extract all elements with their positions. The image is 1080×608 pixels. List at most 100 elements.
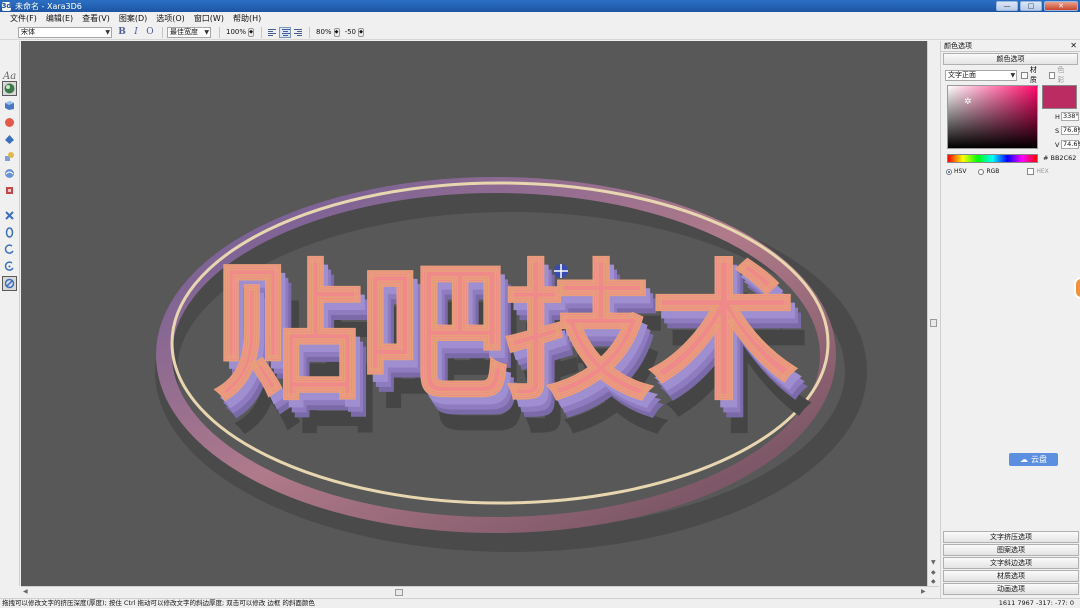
floating-assistant-icon[interactable] [1074, 277, 1080, 299]
color-target-select[interactable]: 文字正面 ▼ [945, 69, 1018, 81]
maximize-button[interactable]: □ [1020, 1, 1042, 11]
text-face[interactable]: 贴吧技术 [213, 246, 800, 422]
align-right-button[interactable] [292, 27, 304, 38]
letter-spacing-value: -50 [344, 28, 357, 36]
color-tool-icon[interactable] [2, 115, 17, 130]
menu-view[interactable]: 查看(V) [82, 13, 110, 24]
xara3d-window: 3d 未命名 - Xara3D6 — □ ✕ 文件(F) 编辑(E) 查看(V)… [0, 0, 1080, 608]
italic-button[interactable]: I [130, 27, 142, 38]
minimize-button[interactable]: — [996, 1, 1018, 11]
texture-options-button[interactable]: 材质选项 [943, 570, 1079, 582]
title-bar: 3d 未命名 - Xara3D6 — □ ✕ [0, 0, 1080, 12]
scroll-end-arrow-icon[interactable]: ◆ [931, 578, 936, 585]
3d-canvas[interactable]: 贴吧技术 贴吧技术 贴吧技术 贴吧技术 贴吧技术 [21, 41, 927, 586]
cloud-icon: ☁ [1020, 455, 1028, 464]
rotate-lock-icon[interactable] [2, 276, 17, 291]
material-checkbox[interactable] [1021, 71, 1028, 79]
width-mode-value: 最佳宽度 [170, 27, 198, 36]
outline-button[interactable]: O [144, 27, 156, 38]
text-toolbar: 宋体 ▼ B I O 最佳宽度 ▼ 100% ◆ 80% ◆ -50 ◆ [0, 25, 1080, 40]
color-label: 色彩 [1057, 66, 1065, 84]
saturation-field[interactable]: S 76.8% ◆ [1055, 126, 1080, 135]
left-toolbar: Aa [0, 41, 20, 586]
menu-options[interactable]: 选项(O) [156, 13, 185, 24]
hue-input[interactable]: 338° [1061, 112, 1079, 121]
hue-field[interactable]: H 338° ◆ [1055, 112, 1080, 121]
menu-bar: 文件(F) 编辑(E) 查看(V) 图案(D) 选项(O) 窗口(W) 帮助(H… [0, 12, 1080, 25]
vertical-scroll-thumb[interactable] [930, 319, 937, 327]
rgb-radio[interactable] [978, 168, 985, 175]
close-icon[interactable]: ✕ [1070, 41, 1077, 50]
color-target-row: 文字正面 ▼ 材质 色彩 [941, 66, 1080, 84]
size-stepper[interactable]: 100% ◆ [224, 27, 255, 38]
shapes-tool-icon[interactable] [2, 149, 17, 164]
vertical-scrollbar[interactable]: ▼ ◆ ◆ [927, 41, 939, 586]
rotate-z-icon[interactable] [2, 242, 17, 257]
chevron-down-icon: ▼ [204, 28, 209, 36]
align-center-button[interactable] [279, 26, 292, 38]
horizontal-scrollbar[interactable]: ◀ ▶ [21, 586, 939, 598]
toolbar-divider [219, 26, 220, 38]
value-field[interactable]: V 74.6% ◆ [1055, 140, 1080, 149]
cloud-label: 云盘 [1031, 455, 1047, 464]
3d-scene: 贴吧技术 贴吧技术 贴吧技术 贴吧技术 贴吧技术 [155, 177, 867, 552]
hex-value[interactable]: # BB2C62 [1043, 154, 1076, 162]
animation-options-button[interactable]: 动画选项 [943, 583, 1079, 595]
option-sections: 文字挤压选项 图案选项 文字斜边选项 材质选项 动画选项 [941, 530, 1080, 596]
hsv-radio[interactable] [946, 168, 952, 175]
cloud-drive-badge[interactable]: ☁ 云盘 [1009, 453, 1058, 466]
color-options-panel: 颜色选项 ✕ 颜色选项 文字正面 ▼ 材质 色彩 ✲ H 338° ◆ S 76… [940, 41, 1080, 598]
text-tool-icon[interactable]: Aa [3, 71, 16, 82]
scroll-up-arrow-icon[interactable]: ◆ [931, 569, 936, 576]
current-color-swatch [1042, 85, 1077, 109]
line-spacing-stepper[interactable]: 80% ◆ [314, 27, 340, 38]
status-hint: 拖拽可以修改文字的挤压深度(厚度); 按住 Ctrl 拖动可以修改文字的斜边厚度… [2, 599, 315, 607]
menu-file[interactable]: 文件(F) [10, 13, 37, 24]
color-options-section-button[interactable]: 颜色选项 [943, 53, 1078, 65]
spin-arrows-icon[interactable]: ◆ [333, 27, 340, 37]
app-icon-glyph: 3d [1, 2, 12, 10]
hsv-label: HSV [954, 168, 967, 175]
bevel-options-button[interactable]: 文字斜边选项 [943, 557, 1079, 569]
panel-title: 颜色选项 [944, 42, 972, 50]
menu-design[interactable]: 图案(D) [119, 13, 147, 24]
window-title: 未命名 - Xara3D6 [15, 1, 82, 11]
scroll-left-arrow-icon[interactable]: ◀ [23, 588, 28, 595]
bevel-tool-icon[interactable] [2, 132, 17, 147]
bold-button[interactable]: B [116, 27, 128, 38]
saturation-input[interactable]: 76.8% [1061, 126, 1080, 135]
chevron-down-icon: ▼ [105, 28, 110, 36]
letter-spacing-stepper[interactable]: -50 ◆ [343, 27, 365, 38]
align-left-button[interactable] [266, 27, 278, 38]
scroll-down-arrow-icon[interactable]: ▼ [931, 559, 936, 566]
font-value: 宋体 [21, 27, 35, 36]
window-controls: — □ ✕ [996, 1, 1078, 11]
menu-window[interactable]: 窗口(W) [194, 13, 224, 24]
color-checkbox[interactable] [1048, 71, 1056, 79]
hex-checkbox[interactable] [1027, 168, 1035, 175]
menu-help[interactable]: 帮助(H) [233, 13, 261, 24]
panel-header: 颜色选项 ✕ [941, 41, 1080, 52]
font-select[interactable]: 宋体 ▼ [18, 26, 112, 38]
rotate-free-icon[interactable] [2, 259, 17, 274]
extrude-tool-icon[interactable] [2, 98, 17, 113]
extrude-options-button[interactable]: 文字挤压选项 [943, 531, 1079, 543]
hue-slider[interactable] [947, 154, 1038, 163]
scroll-right-arrow-icon[interactable]: ▶ [921, 588, 926, 595]
material-label: 材质 [1029, 66, 1037, 84]
animation-tool-icon[interactable] [2, 183, 17, 198]
saturation-value-picker[interactable]: ✲ [947, 85, 1038, 149]
lighting-tool-icon[interactable] [2, 81, 17, 96]
picker-crosshair-icon[interactable]: ✲ [964, 97, 972, 107]
width-mode-select[interactable]: 最佳宽度 ▼ [167, 26, 211, 38]
spin-arrows-icon[interactable]: ◆ [248, 27, 255, 37]
design-options-button[interactable]: 图案选项 [943, 544, 1079, 556]
rotate-y-icon[interactable] [2, 225, 17, 240]
spin-arrows-icon[interactable]: ◆ [358, 27, 365, 37]
horizontal-scroll-thumb[interactable] [395, 589, 403, 596]
texture-tool-icon[interactable] [2, 166, 17, 181]
rotate-x-icon[interactable] [2, 208, 17, 223]
menu-edit[interactable]: 编辑(E) [46, 13, 73, 24]
value-input[interactable]: 74.6% [1061, 140, 1080, 149]
close-button[interactable]: ✕ [1044, 1, 1078, 11]
